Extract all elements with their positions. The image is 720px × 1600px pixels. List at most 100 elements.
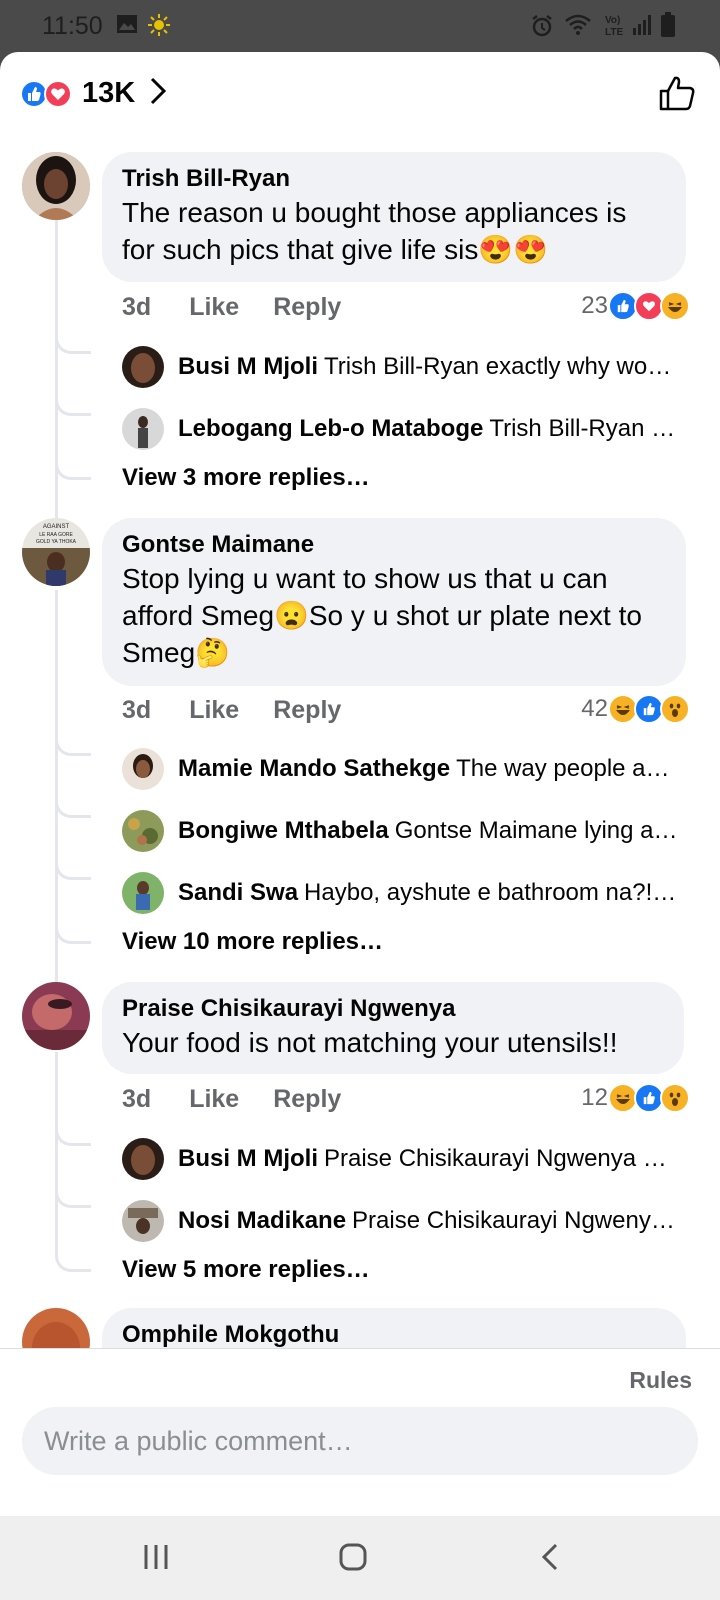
- thread-line: [55, 1052, 58, 1252]
- comment-time: 3d: [122, 1085, 152, 1113]
- reply-button[interactable]: Reply: [273, 1085, 341, 1114]
- system-navigation-bar: [0, 1516, 720, 1600]
- comment-footer: Rules: [0, 1348, 720, 1488]
- reply-text: Bongiwe Mthabela Gontse Maimane lying a…: [178, 817, 678, 844]
- reply-item[interactable]: Nosi Madikane Praise Chisikaurayi Ngweny…: [122, 1200, 692, 1242]
- reply-author[interactable]: Mamie Mando Sathekge: [178, 755, 450, 782]
- avatar[interactable]: [122, 872, 164, 914]
- view-more-replies[interactable]: View 3 more replies…: [122, 464, 370, 492]
- reply-author[interactable]: Sandi Swa: [178, 879, 298, 906]
- svg-text:LE RAA GORE: LE RAA GORE: [39, 532, 73, 538]
- reply-text: Mamie Mando Sathekge The way people a…: [178, 755, 670, 782]
- avatar[interactable]: [122, 1138, 164, 1180]
- svg-text:AGAINST: AGAINST: [43, 524, 70, 530]
- comment-time: 3d: [122, 696, 152, 724]
- back-icon[interactable]: [538, 1542, 562, 1577]
- like-button[interactable]: Like: [189, 696, 239, 725]
- reply-item[interactable]: Busi M Mjoli Praise Chisikaurayi Ngwenya …: [122, 1138, 692, 1180]
- comment-composer[interactable]: [22, 1407, 698, 1475]
- reply-item[interactable]: Lebogang Leb-o Mataboge Trish Bill-Ryan …: [122, 408, 692, 450]
- thread-branch: [55, 734, 91, 756]
- avatar[interactable]: [122, 810, 164, 852]
- rules-link[interactable]: Rules: [629, 1367, 692, 1394]
- status-time: 11:50: [42, 12, 103, 40]
- reply-item[interactable]: Busi M Mjoli Trish Bill-Ryan exactly why …: [122, 346, 692, 388]
- reply-text: Busi M Mjoli Praise Chisikaurayi Ngwenya …: [178, 1145, 667, 1172]
- reply-text: Lebogang Leb-o Mataboge Trish Bill-Ryan …: [178, 415, 676, 442]
- view-more-replies[interactable]: View 5 more replies…: [122, 1256, 370, 1284]
- comment-bubble[interactable]: Gontse Maimane Stop lying u want to show…: [102, 518, 686, 686]
- thumbs-up-outline-icon[interactable]: [658, 74, 696, 117]
- thread-branch: [55, 332, 91, 354]
- brightness-icon: [148, 14, 170, 41]
- reply-text: Nosi Madikane Praise Chisikaurayi Ngweny…: [178, 1207, 675, 1234]
- comment-input[interactable]: [22, 1407, 698, 1475]
- reactions-header: 13K: [0, 52, 720, 132]
- avatar[interactable]: [122, 1200, 164, 1242]
- reply-item[interactable]: Bongiwe Mthabela Gontse Maimane lying a…: [122, 810, 692, 852]
- comment-actions: 3d Like Reply: [122, 696, 375, 725]
- reply-button[interactable]: Reply: [273, 696, 341, 725]
- comment-author[interactable]: Gontse Maimane: [122, 530, 666, 560]
- reply-author[interactable]: Busi M Mjoli: [178, 353, 318, 380]
- svg-text:LTE: LTE: [605, 27, 623, 38]
- thread-branch: [55, 858, 91, 880]
- avatar[interactable]: [122, 346, 164, 388]
- wow-icon: [660, 1083, 690, 1113]
- thread-branch: [55, 444, 91, 480]
- reaction-count: 42: [581, 695, 608, 722]
- comment-bubble[interactable]: Praise Chisikaurayi Ngwenya Your food is…: [102, 982, 684, 1074]
- avatar[interactable]: [122, 408, 164, 450]
- comment-author[interactable]: Praise Chisikaurayi Ngwenya: [122, 994, 664, 1024]
- signal-icon: [632, 14, 652, 41]
- comment-reactions[interactable]: 42: [581, 694, 690, 724]
- svg-text:GOLD YA THOKA: GOLD YA THOKA: [36, 539, 77, 545]
- reply-author[interactable]: Lebogang Leb-o Mataboge: [178, 415, 483, 442]
- alarm-icon: [530, 14, 554, 43]
- reaction-count: 23: [581, 292, 608, 319]
- thread-branch: [55, 908, 91, 944]
- thread-branch: [55, 394, 91, 416]
- view-more-replies[interactable]: View 10 more replies…: [122, 928, 383, 956]
- comment-reactions[interactable]: 12: [581, 1083, 690, 1113]
- reaction-total: 13K: [82, 77, 136, 109]
- avatar[interactable]: [22, 152, 90, 220]
- reply-text: Sandi Swa Haybo, ayshute e bathroom na?!…: [178, 879, 677, 906]
- comment-text: Stop lying u want to show us that u can …: [122, 563, 642, 668]
- reply-item[interactable]: Sandi Swa Haybo, ayshute e bathroom na?!…: [122, 872, 692, 914]
- haha-icon: [660, 291, 690, 321]
- volte-icon: Vo) LTE: [604, 12, 628, 43]
- thread-line: [55, 220, 58, 520]
- comments-list: Trish Bill-Ryan The reason u bought thos…: [0, 132, 720, 1428]
- avatar[interactable]: [22, 982, 90, 1050]
- like-button[interactable]: Like: [189, 1085, 239, 1114]
- battery-icon: [660, 12, 676, 43]
- reaction-summary[interactable]: 13K: [20, 76, 167, 111]
- reply-author[interactable]: Bongiwe Mthabela: [178, 817, 389, 844]
- comment-author[interactable]: Trish Bill-Ryan: [122, 164, 666, 194]
- thread-branch: [55, 796, 91, 818]
- wifi-icon: [564, 14, 592, 41]
- comments-sheet: 13K Trish Bill-Ryan The reason u bought …: [0, 52, 720, 1516]
- like-button[interactable]: Like: [189, 293, 239, 322]
- comment-bubble[interactable]: Trish Bill-Ryan The reason u bought thos…: [102, 152, 686, 282]
- home-icon[interactable]: [338, 1542, 368, 1577]
- svg-text:Vo): Vo): [605, 15, 620, 26]
- gallery-icon: [116, 14, 138, 39]
- avatar[interactable]: AGAINST LE RAA GORE GOLD YA THOKA: [22, 518, 90, 586]
- reaction-count: 12: [581, 1084, 608, 1111]
- reply-author[interactable]: Nosi Madikane: [178, 1207, 346, 1234]
- reply-author[interactable]: Busi M Mjoli: [178, 1145, 318, 1172]
- thread-branch: [55, 1186, 91, 1208]
- reply-item[interactable]: Mamie Mando Sathekge The way people a…: [122, 748, 692, 790]
- comment-reactions[interactable]: 23: [581, 291, 690, 321]
- reply-button[interactable]: Reply: [273, 293, 341, 322]
- comment-actions: 3d Like Reply: [122, 1085, 375, 1114]
- avatar[interactable]: [122, 748, 164, 790]
- comment-author[interactable]: Omphile Mokgothu: [122, 1320, 666, 1350]
- comment-text: The reason u bought those appliances is …: [122, 197, 627, 265]
- recent-apps-icon[interactable]: [142, 1542, 170, 1577]
- chevron-right-icon[interactable]: [149, 76, 167, 111]
- thread-branch: [55, 1236, 91, 1272]
- comment-text: Your food is not matching your utensils!…: [122, 1027, 618, 1058]
